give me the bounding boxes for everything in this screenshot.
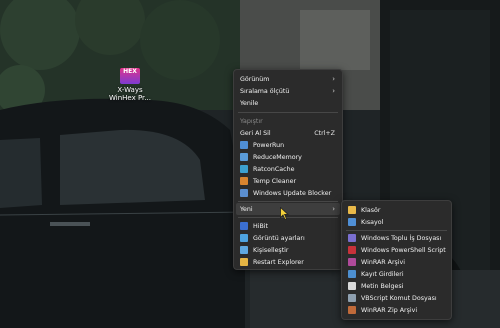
submenu-item-powershell-script[interactable]: Windows PowerShell Script — [344, 244, 449, 256]
menu-separator — [238, 201, 338, 202]
mouse-cursor-icon — [280, 207, 289, 220]
temp-cleaner-icon — [240, 177, 248, 185]
folder-icon — [348, 206, 356, 214]
menu-item-ratconcache[interactable]: RatconCache — [236, 163, 340, 175]
submenu-item-shortcut[interactable]: Kısayol — [344, 216, 449, 228]
batch-file-icon — [348, 234, 356, 242]
display-settings-icon — [240, 234, 248, 242]
menu-item-reducememory[interactable]: ReduceMemory — [236, 151, 340, 163]
menu-item-powerrun[interactable]: PowerRun — [236, 139, 340, 151]
winrar-zip-icon — [348, 306, 356, 314]
chevron-right-icon: › — [332, 75, 335, 83]
submenu-item-winrar-archive[interactable]: WinRAR Arşivi — [344, 256, 449, 268]
desktop-icon-label-line1: X-Ways — [117, 86, 143, 94]
desktop-icon-label-line2: WinHex Pr... — [109, 94, 151, 102]
menu-item-refresh[interactable]: Yenile — [236, 97, 340, 109]
ratconcache-icon — [240, 165, 248, 173]
desktop-icon-winhex[interactable]: HEX X-Ways WinHex Pr... — [100, 68, 160, 102]
menu-item-windows-update-blocker[interactable]: Windows Update Blocker — [236, 187, 340, 199]
submenu-item-batch-file[interactable]: Windows Toplu İş Dosyası — [344, 232, 449, 244]
menu-item-paste: Yapıştır — [240, 117, 263, 125]
update-blocker-icon — [240, 189, 248, 197]
submenu-item-registry-entries[interactable]: Kayıt Girdileri — [344, 268, 449, 280]
winhex-icon: HEX — [120, 68, 140, 84]
submenu-item-vbscript[interactable]: VBScript Komut Dosyası — [344, 292, 449, 304]
menu-separator — [238, 112, 338, 113]
reducememory-icon — [240, 153, 248, 161]
powershell-icon — [348, 246, 356, 254]
menu-item-display-settings[interactable]: Görüntü ayarları — [236, 232, 340, 244]
menu-item-undo-delete[interactable]: Geri Al Sil Ctrl+Z — [236, 127, 340, 139]
registry-icon — [348, 270, 356, 278]
submenu-item-winrar-zip[interactable]: WinRAR Zip Arşivi — [344, 304, 449, 316]
menu-item-hibit[interactable]: HiBit — [236, 220, 340, 232]
menu-item-restart-explorer[interactable]: Restart Explorer — [236, 256, 340, 268]
submenu-item-folder[interactable]: Klasör — [344, 204, 449, 216]
menu-separator — [346, 230, 447, 231]
new-submenu: Klasör Kısayol Windows Toplu İş Dosyası … — [341, 200, 452, 320]
submenu-item-text-document[interactable]: Metin Belgesi — [344, 280, 449, 292]
chevron-right-icon: › — [332, 205, 335, 213]
menu-item-personalize[interactable]: Kişiselleştir — [236, 244, 340, 256]
powerrun-icon — [240, 141, 248, 149]
shortcut-icon — [348, 218, 356, 226]
winrar-icon — [348, 258, 356, 266]
text-document-icon — [348, 282, 356, 290]
personalize-icon — [240, 246, 248, 254]
menu-item-view[interactable]: Görünüm › — [236, 73, 340, 85]
menu-item-temp-cleaner[interactable]: Temp Cleaner — [236, 175, 340, 187]
restart-explorer-icon — [240, 258, 248, 266]
menu-item-sort-by[interactable]: Sıralama ölçütü › — [236, 85, 340, 97]
chevron-right-icon: › — [332, 87, 335, 95]
hibit-icon — [240, 222, 248, 230]
vbscript-icon — [348, 294, 356, 302]
desktop-context-menu: Görünüm › Sıralama ölçütü › Yenile Yapış… — [233, 69, 343, 270]
